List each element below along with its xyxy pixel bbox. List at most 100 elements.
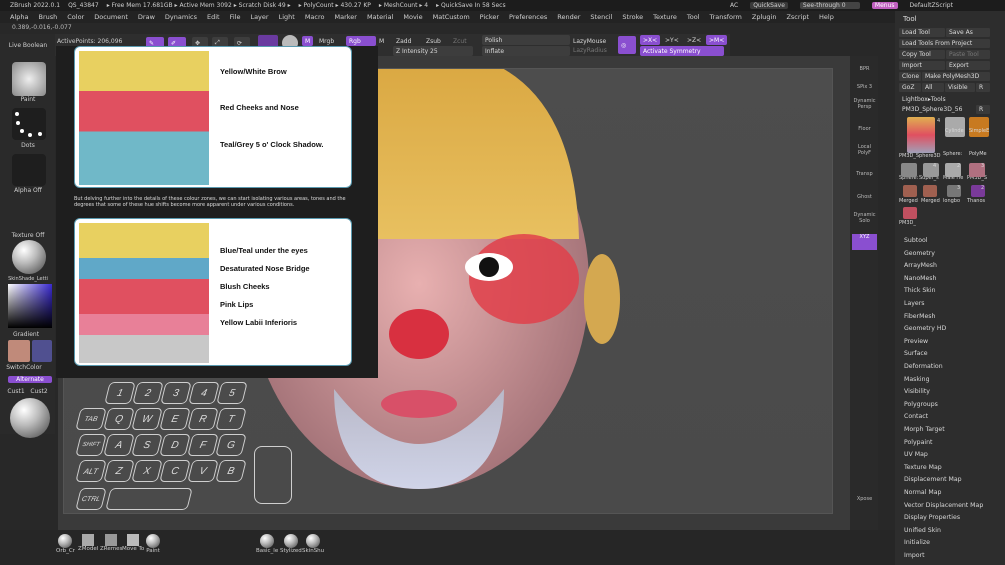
matcap-sphere-icon[interactable] bbox=[10, 398, 50, 438]
skinshade-material-button[interactable]: SkinShu bbox=[302, 534, 324, 554]
spix-button[interactable]: SPix 3 bbox=[852, 84, 877, 90]
alpha-icon[interactable] bbox=[12, 154, 46, 186]
zcut-button[interactable]: Zcut bbox=[450, 36, 470, 46]
menu-macro[interactable]: Macro bbox=[305, 13, 325, 21]
paint-button[interactable]: Paint bbox=[146, 534, 160, 554]
goz-r-button[interactable]: R bbox=[976, 83, 990, 92]
subpalette-geometry[interactable]: Geometry bbox=[904, 250, 935, 257]
save-as-button[interactable]: Save As bbox=[946, 28, 990, 37]
basic-material-button[interactable]: Basic_le bbox=[256, 534, 278, 554]
subpalette-nanomesh[interactable]: NanoMesh bbox=[904, 275, 936, 282]
texture-off-label[interactable]: Texture Off bbox=[2, 232, 54, 239]
alternate-button[interactable]: Alternate bbox=[8, 376, 52, 383]
goz-visible-button[interactable]: Visible bbox=[945, 83, 975, 92]
cust2-button[interactable]: Cust2 bbox=[28, 388, 50, 395]
persp-button[interactable]: Dynamic Persp bbox=[852, 98, 877, 110]
load-from-project-button[interactable]: Load Tools From Project bbox=[899, 39, 990, 48]
default-zscript[interactable]: DefaultZScript bbox=[910, 2, 953, 9]
tool-thumb-cylinder[interactable] bbox=[945, 117, 965, 137]
subpalette-initialize[interactable]: Initialize bbox=[904, 539, 930, 546]
menu-edit[interactable]: Edit bbox=[207, 13, 220, 21]
subpalette-surface[interactable]: Surface bbox=[904, 350, 928, 357]
subpalette-vector-displacement-map[interactable]: Vector Displacement Map bbox=[904, 502, 983, 509]
see-through-slider[interactable]: See-through 0 bbox=[799, 2, 860, 9]
menu-picker[interactable]: Picker bbox=[480, 13, 499, 21]
menu-movie[interactable]: Movie bbox=[403, 13, 422, 21]
subpalette-arraymesh[interactable]: ArrayMesh bbox=[904, 262, 937, 269]
export-button[interactable]: Export bbox=[946, 61, 990, 70]
current-tool-r-button[interactable]: R bbox=[976, 105, 990, 114]
activate-symmetry-button[interactable]: Activate Symmetry bbox=[640, 46, 724, 56]
tool-thumb-pm3d-sphere[interactable] bbox=[907, 117, 935, 153]
tool-thumb-sphere[interactable] bbox=[901, 163, 917, 177]
tool-thumb-super-sphere[interactable] bbox=[923, 163, 939, 177]
menu-layer[interactable]: Layer bbox=[250, 13, 268, 21]
mrgb-button[interactable]: Mrgb bbox=[316, 36, 337, 46]
menu-document[interactable]: Document bbox=[94, 13, 128, 21]
tool-thumb-merged-2[interactable] bbox=[923, 185, 937, 197]
transp-button[interactable]: Transp bbox=[852, 171, 877, 177]
subpalette-fibermesh[interactable]: FiberMesh bbox=[904, 313, 935, 320]
import-button[interactable]: Import bbox=[899, 61, 945, 70]
load-tool-button[interactable]: Load Tool bbox=[899, 28, 945, 37]
subpalette-visibility[interactable]: Visibility bbox=[904, 388, 930, 395]
lightbox-tools-button[interactable]: Lightbox▸Tools bbox=[899, 95, 959, 104]
menu-light[interactable]: Light bbox=[279, 13, 295, 21]
secondary-color-swatch[interactable] bbox=[32, 340, 52, 362]
goz-button[interactable]: GoZ bbox=[899, 83, 921, 92]
inflate-slider[interactable]: Inflate bbox=[482, 46, 570, 56]
polish-slider[interactable]: Polish bbox=[482, 35, 570, 45]
material-sphere-icon[interactable] bbox=[12, 240, 46, 274]
menu-dynamics[interactable]: Dynamics bbox=[165, 13, 197, 21]
subpalette-import[interactable]: Import bbox=[904, 552, 925, 559]
subpalette-subtool[interactable]: Subtool bbox=[904, 237, 928, 244]
m-button[interactable]: M bbox=[302, 36, 314, 46]
subpalette-preview[interactable]: Preview bbox=[904, 338, 928, 345]
tool-thumb-pm3d[interactable] bbox=[903, 207, 917, 219]
current-tool-slider[interactable]: PM3D_Sphere3D_56 bbox=[899, 105, 975, 114]
subpalette-contact[interactable]: Contact bbox=[904, 413, 928, 420]
quicksave-button[interactable]: QuickSave bbox=[750, 2, 788, 9]
menu-transform[interactable]: Transform bbox=[710, 13, 742, 21]
menu-file[interactable]: File bbox=[230, 13, 241, 21]
menu-color[interactable]: Color bbox=[67, 13, 84, 21]
subpalette-normal-map[interactable]: Normal Map bbox=[904, 489, 941, 496]
rgb-button[interactable]: Rgb bbox=[346, 36, 376, 46]
subpalette-unified-skin[interactable]: Unified Skin bbox=[904, 527, 941, 534]
menu-stencil[interactable]: Stencil bbox=[590, 13, 612, 21]
solo-button[interactable]: Dynamic Solo bbox=[852, 212, 877, 224]
zmodeler-button[interactable]: ZModel bbox=[78, 534, 98, 552]
switchcolor-button[interactable]: SwitchColor bbox=[4, 364, 44, 371]
menu-brush[interactable]: Brush bbox=[38, 13, 57, 21]
z-symmetry-button[interactable]: >Z< bbox=[684, 35, 704, 45]
menu-zplugin[interactable]: Zplugin bbox=[752, 13, 777, 21]
menu-texture[interactable]: Texture bbox=[653, 13, 677, 21]
subpalette-deformation[interactable]: Deformation bbox=[904, 363, 943, 370]
menu-preferences[interactable]: Preferences bbox=[509, 13, 547, 21]
subpalette-geometry-hd[interactable]: Geometry HD bbox=[904, 325, 946, 332]
subpalette-polygroups[interactable]: Polygroups bbox=[904, 401, 938, 408]
subpalette-display-properties[interactable]: Display Properties bbox=[904, 514, 960, 521]
zremesher-button[interactable]: ZRemes bbox=[100, 534, 122, 552]
menu-alpha[interactable]: Alpha bbox=[10, 13, 28, 21]
z-intensity-slider[interactable]: Z Intensity 25 bbox=[393, 46, 473, 56]
menu-marker[interactable]: Marker bbox=[334, 13, 356, 21]
x-symmetry-button[interactable]: >X< bbox=[640, 35, 661, 45]
symmetry-icon[interactable]: ◎ bbox=[618, 36, 636, 54]
local-button[interactable]: Local PolyF bbox=[852, 144, 877, 156]
menu-draw[interactable]: Draw bbox=[138, 13, 155, 21]
zsub-button[interactable]: Zsub bbox=[423, 36, 444, 46]
subpalette-layers[interactable]: Layers bbox=[904, 300, 924, 307]
subpalette-uv-map[interactable]: UV Map bbox=[904, 451, 928, 458]
floor-button[interactable]: Floor bbox=[852, 126, 877, 132]
lazyradius-slider[interactable]: LazyRadius bbox=[570, 45, 610, 55]
bpr-button[interactable]: BPR bbox=[852, 66, 877, 72]
paint-brush-icon[interactable] bbox=[12, 62, 46, 96]
live-boolean-button[interactable]: Live Boolean bbox=[2, 42, 54, 49]
main-color-swatch[interactable] bbox=[8, 340, 30, 362]
clone-button[interactable]: Clone bbox=[899, 72, 921, 81]
tool-thumb-merged-1[interactable] bbox=[903, 185, 917, 197]
tool-thumb-simplebrush[interactable] bbox=[969, 117, 989, 137]
zadd-button[interactable]: Zadd bbox=[393, 36, 414, 46]
orb-brush-button[interactable]: Orb_Cr bbox=[56, 534, 75, 554]
